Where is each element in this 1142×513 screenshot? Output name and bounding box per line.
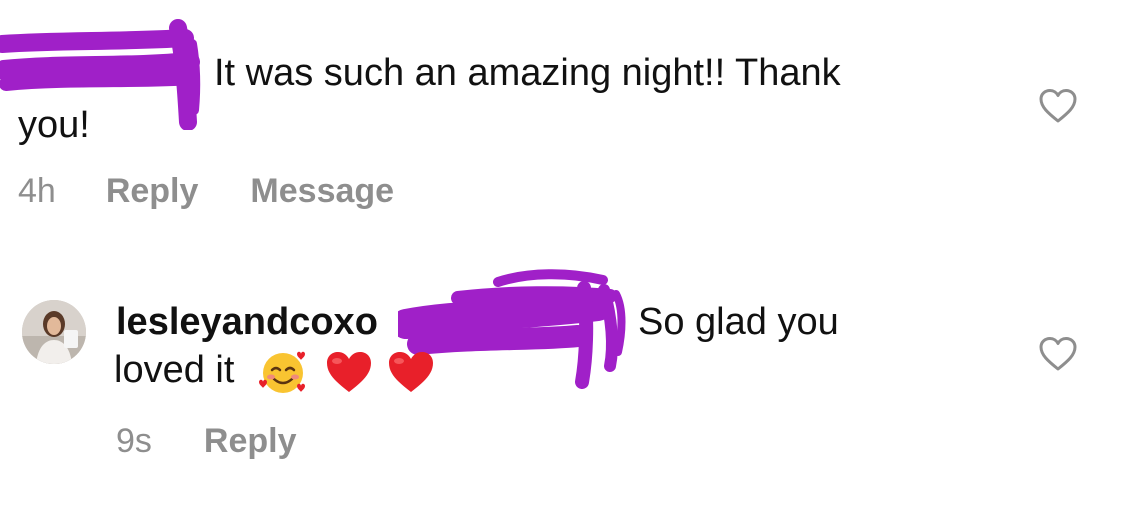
comment-2-line1: lesleyandcoxo: [116, 298, 378, 346]
heart-outline-icon[interactable]: [1038, 88, 1078, 124]
comment-2-username[interactable]: lesleyandcoxo: [116, 301, 378, 343]
comment-1-message-button[interactable]: Message: [250, 172, 394, 211]
smiling-face-with-hearts-icon: [258, 351, 305, 393]
comment-1-timestamp: 4h: [18, 172, 56, 210]
comment-2-reply-button[interactable]: Reply: [204, 422, 297, 461]
red-heart-icon: [389, 351, 434, 392]
comment-1-text-line1: It was such an amazing night!! Thank: [214, 52, 841, 94]
comment-2-text-part: So glad you: [638, 301, 839, 343]
comments-thread: It was such an amazing night!! Thank you…: [0, 0, 1142, 513]
comment-2-timestamp: 9s: [116, 422, 152, 460]
comment-1-reply-button[interactable]: Reply: [106, 172, 199, 211]
comment-1-meta: 4h Reply Message: [18, 172, 394, 211]
avatar[interactable]: [22, 300, 86, 364]
red-heart-icon: [326, 351, 371, 392]
comment-2-meta: 9s Reply: [116, 422, 297, 461]
heart-outline-icon[interactable]: [1038, 336, 1078, 372]
comment-1-text-line2: you!: [18, 104, 90, 146]
comment-2-text-line2: loved it: [114, 349, 235, 391]
avatar-image: [22, 300, 86, 364]
comment-2-line2: loved it: [114, 346, 436, 396]
